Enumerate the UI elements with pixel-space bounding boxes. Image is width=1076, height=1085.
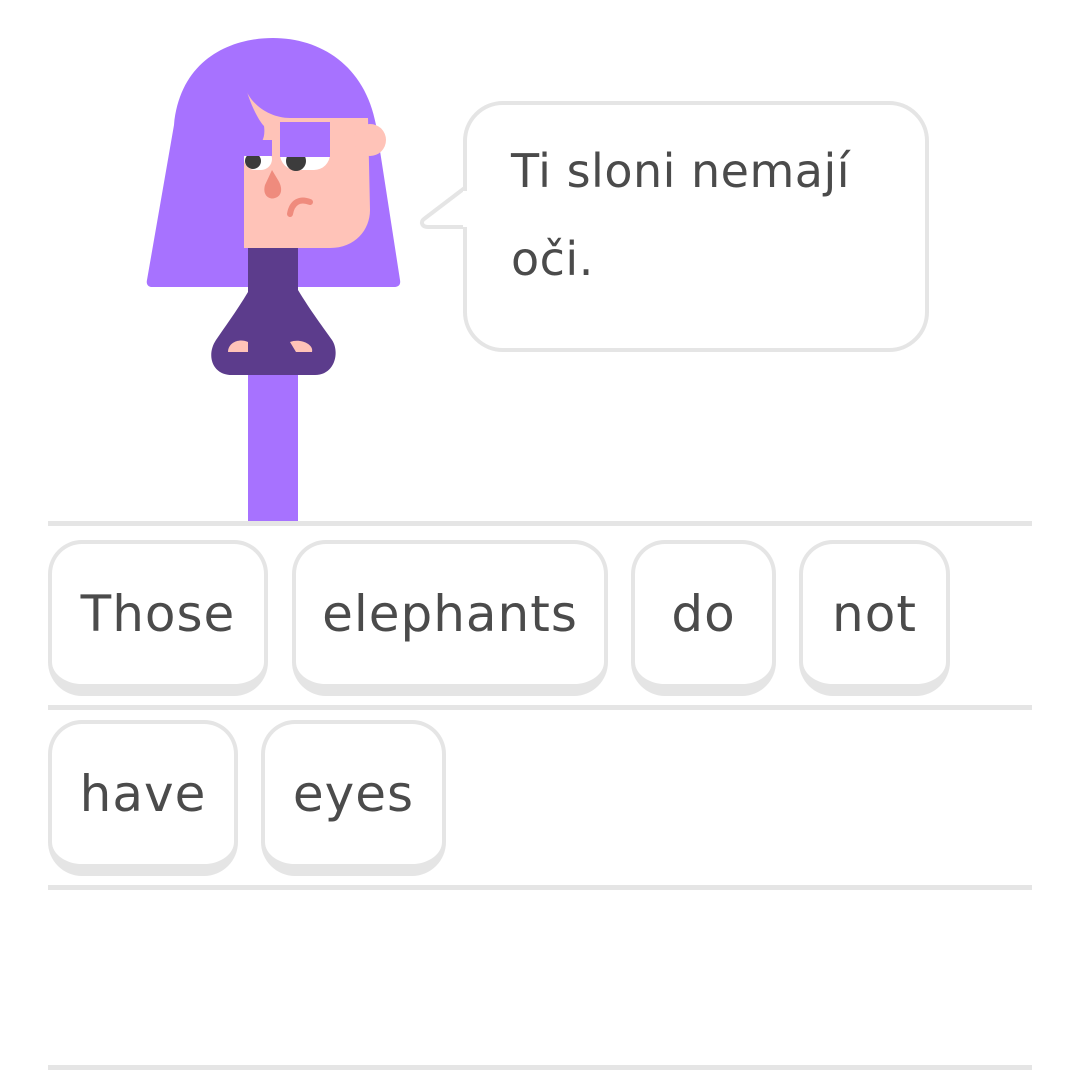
lily-character-icon [146,38,401,525]
word-tile[interactable]: Those [48,540,268,696]
word-tile[interactable]: not [799,540,950,696]
word-tile-label: not [832,585,917,643]
bubble-seam [463,191,471,227]
word-tile[interactable]: have [48,720,238,876]
answer-line [48,705,1032,710]
speech-bubble-text: Ti sloni nemají oči. [511,144,851,286]
word-tile-label: do [671,585,736,643]
answer-line [48,885,1032,890]
answer-row: Those elephants do not [48,540,1032,696]
word-tile-label: eyes [292,765,415,823]
word-tile-label: Those [80,585,236,643]
word-tile-label: have [79,765,207,823]
answer-line [48,1065,1032,1070]
word-tile[interactable]: do [631,540,776,696]
answer-row: have eyes [48,720,1032,876]
answer-line [48,521,1032,526]
character-lily [140,30,410,525]
word-tile[interactable]: elephants [292,540,608,696]
speech-bubble: Ti sloni nemají oči. [463,101,929,352]
word-tile[interactable]: eyes [261,720,446,876]
word-tile-label: elephants [322,585,578,643]
